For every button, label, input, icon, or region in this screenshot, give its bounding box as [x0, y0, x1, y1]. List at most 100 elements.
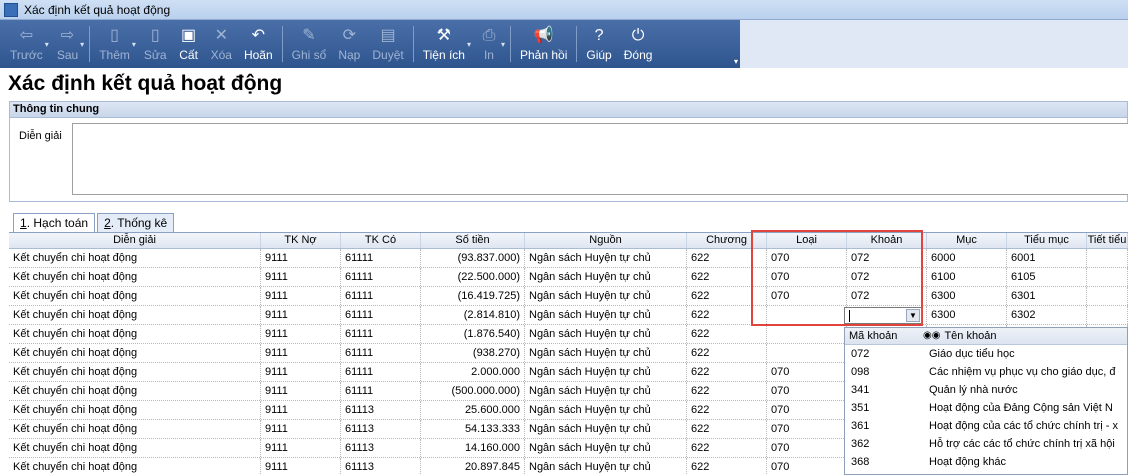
table-cell[interactable]: 61111 [341, 268, 421, 286]
grid-column-header[interactable]: Chương [687, 233, 767, 248]
table-cell[interactable]: Kết chuyển chi hoạt động [9, 268, 261, 286]
toolbar-button-6[interactable]: ↶ Hoãn [238, 20, 279, 68]
chevron-down-icon[interactable]: ▾ [80, 40, 84, 49]
table-cell[interactable]: 9111 [261, 268, 341, 286]
table-cell[interactable]: 61113 [341, 401, 421, 419]
dropdown-item[interactable]: 351 Hoạt động của Đảng Cộng sản Việt N [845, 399, 1127, 417]
table-cell[interactable]: 54.133.333 [421, 420, 525, 438]
toolbar-options-icon[interactable]: ▾ [734, 57, 738, 66]
table-cell[interactable]: 9111 [261, 249, 341, 267]
table-cell[interactable]: Kết chuyển chi hoạt động [9, 382, 261, 400]
table-cell[interactable]: 622 [687, 306, 767, 324]
tab-hach-toan[interactable]: 1. Hạch toán [13, 213, 96, 233]
grid-column-header[interactable]: Tiểu mục [1007, 233, 1087, 248]
table-cell[interactable]: Ngân sách Huyện tự chủ [525, 306, 687, 324]
table-cell[interactable]: 6301 [1007, 287, 1087, 305]
table-cell[interactable]: Kết chuyển chi hoạt động [9, 249, 261, 267]
table-cell[interactable]: 622 [687, 268, 767, 286]
toolbar-button-2[interactable]: ▯ Thêm [93, 20, 136, 68]
table-cell[interactable] [1087, 287, 1128, 305]
grid-column-header[interactable]: Tiết tiểu [1087, 233, 1128, 248]
table-cell[interactable]: 070 [767, 268, 847, 286]
table-cell[interactable]: 072 [847, 268, 927, 286]
table-cell[interactable]: Kết chuyển chi hoạt động [9, 306, 261, 324]
grid-column-header[interactable]: Mục [927, 233, 1007, 248]
table-cell[interactable] [767, 306, 847, 324]
table-cell[interactable]: 61111 [341, 382, 421, 400]
table-cell[interactable]: 61113 [341, 439, 421, 457]
table-cell[interactable]: 9111 [261, 401, 341, 419]
table-cell[interactable]: 622 [687, 382, 767, 400]
table-cell[interactable]: 61111 [341, 325, 421, 343]
table-cell[interactable]: 622 [687, 249, 767, 267]
grid-column-header[interactable]: Nguồn [525, 233, 687, 248]
table-cell[interactable]: (938.270) [421, 344, 525, 362]
table-cell[interactable]: Kết chuyển chi hoạt động [9, 401, 261, 419]
toolbar-button-5[interactable]: ✕ Xóa [205, 20, 238, 68]
table-cell[interactable]: Kết chuyển chi hoạt động [9, 325, 261, 343]
table-cell[interactable]: 622 [687, 325, 767, 343]
table-cell[interactable]: 070 [767, 401, 847, 419]
table-cell[interactable]: Ngân sách Huyện tự chủ [525, 287, 687, 305]
table-cell[interactable]: Ngân sách Huyện tự chủ [525, 268, 687, 286]
table-cell[interactable]: 2.000.000 [421, 363, 525, 381]
khoan-combo-input[interactable]: ▼ [844, 307, 922, 324]
table-cell[interactable]: 6000 [927, 249, 1007, 267]
table-cell[interactable]: 9111 [261, 287, 341, 305]
toolbar-button-1[interactable]: ⇨ Sau [51, 20, 84, 68]
table-cell[interactable]: 072 [847, 249, 927, 267]
table-cell[interactable]: 622 [687, 420, 767, 438]
table-cell[interactable]: 070 [767, 420, 847, 438]
table-cell[interactable]: 070 [767, 363, 847, 381]
table-cell[interactable]: 6300 [927, 287, 1007, 305]
grid-column-header[interactable]: Khoản [847, 233, 927, 248]
grid-column-header[interactable]: Diễn giải [9, 233, 261, 248]
table-cell[interactable]: Ngân sách Huyện tự chủ [525, 382, 687, 400]
dropdown-item[interactable]: 072 Giáo dục tiểu học [845, 345, 1127, 363]
table-cell[interactable]: 20.897.845 [421, 458, 525, 475]
table-cell[interactable]: 9111 [261, 439, 341, 457]
table-cell[interactable]: 622 [687, 287, 767, 305]
table-row[interactable]: Kết chuyển chi hoạt động 9111 61111 (16.419… [9, 287, 1128, 306]
description-input[interactable] [72, 123, 1128, 195]
toolbar-button-8[interactable]: ⟳ Nạp [332, 20, 366, 68]
toolbar-button-14[interactable]: ⏻ Đóng [618, 20, 659, 68]
dropdown-item[interactable]: 362 Hỗ trợ các các tổ chức chính trị xã h… [845, 435, 1127, 453]
table-cell[interactable]: Ngân sách Huyện tự chủ [525, 401, 687, 419]
table-cell[interactable]: 622 [687, 439, 767, 457]
table-cell[interactable]: Kết chuyển chi hoạt động [9, 363, 261, 381]
grid-column-header[interactable]: TK Có [341, 233, 421, 248]
table-cell[interactable]: 61111 [341, 344, 421, 362]
table-cell[interactable]: 25.600.000 [421, 401, 525, 419]
table-cell[interactable]: 14.160.000 [421, 439, 525, 457]
table-cell[interactable]: 622 [687, 344, 767, 362]
table-cell[interactable] [1087, 249, 1128, 267]
table-cell[interactable]: Kết chuyển chi hoạt động [9, 458, 261, 475]
table-cell[interactable]: Kết chuyển chi hoạt động [9, 344, 261, 362]
table-cell[interactable]: 622 [687, 458, 767, 475]
table-cell[interactable]: 9111 [261, 420, 341, 438]
table-row[interactable]: Kết chuyển chi hoạt động 9111 61111 (2.814.… [9, 306, 1128, 325]
table-cell[interactable]: 61113 [341, 458, 421, 475]
chevron-down-icon[interactable]: ▾ [467, 40, 471, 49]
table-cell[interactable]: Ngân sách Huyện tự chủ [525, 420, 687, 438]
table-cell[interactable]: 9111 [261, 382, 341, 400]
table-cell[interactable]: Ngân sách Huyện tự chủ [525, 249, 687, 267]
table-cell[interactable]: Ngân sách Huyện tự chủ [525, 458, 687, 475]
table-cell[interactable]: Kết chuyển chi hoạt động [9, 420, 261, 438]
chevron-down-icon[interactable]: ▾ [132, 40, 136, 49]
grid-column-header[interactable]: Số tiền [421, 233, 525, 248]
toolbar-button-12[interactable]: 📢 Phản hồi [514, 20, 573, 68]
table-cell[interactable]: 61111 [341, 249, 421, 267]
table-cell[interactable]: (93.837.000) [421, 249, 525, 267]
toolbar-button-0[interactable]: ⇦ Trước [4, 20, 49, 68]
table-cell[interactable]: (2.814.810) [421, 306, 525, 324]
table-cell[interactable]: 61113 [341, 420, 421, 438]
table-cell[interactable]: 070 [767, 382, 847, 400]
table-cell[interactable]: Ngân sách Huyện tự chủ [525, 439, 687, 457]
table-cell[interactable]: 9111 [261, 344, 341, 362]
table-cell[interactable]: (500.000.000) [421, 382, 525, 400]
table-cell[interactable]: 6302 [1007, 306, 1087, 324]
table-cell[interactable]: Ngân sách Huyện tự chủ [525, 325, 687, 343]
grid-column-header[interactable]: Loại [767, 233, 847, 248]
